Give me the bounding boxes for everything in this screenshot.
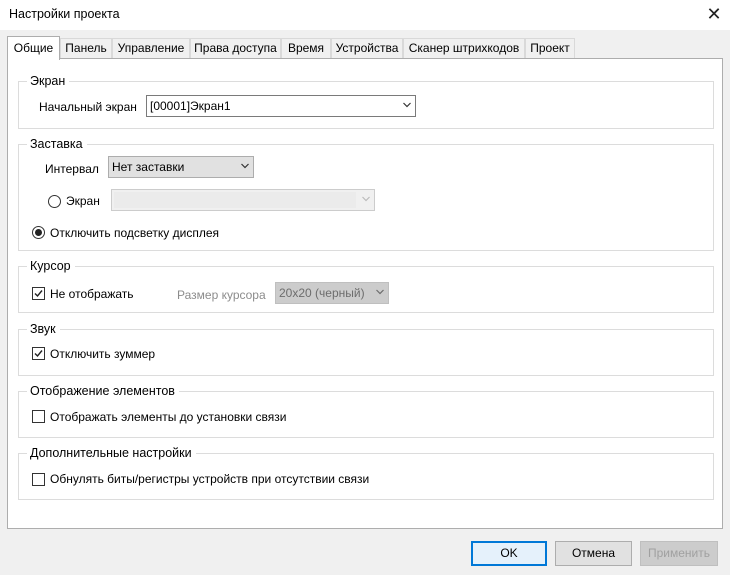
tab-devices[interactable]: Устройства (331, 38, 403, 58)
check-icon (34, 350, 43, 358)
disable-buzzer-label: Отключить зуммер (50, 347, 156, 361)
sound-group-legend: Звук (27, 322, 60, 336)
screensaver-screen-combo[interactable] (111, 189, 375, 211)
cursor-group: Курсор Не отображать Размер курсора 20x2… (18, 259, 714, 313)
title-bar: Настройки проекта ✕ (0, 0, 730, 30)
start-screen-label: Начальный экран (39, 100, 137, 114)
tab-time[interactable]: Время (281, 38, 331, 58)
chevron-down-icon (241, 163, 249, 169)
disable-buzzer-checkbox[interactable] (32, 347, 45, 360)
screensaver-group-legend: Заставка (27, 137, 87, 151)
screen-group: Экран Начальный экран [00001]Экран1 (18, 74, 714, 129)
screen-radio[interactable] (48, 195, 61, 208)
cursor-group-legend: Курсор (27, 259, 75, 273)
chevron-down-icon (403, 102, 411, 108)
screensaver-group: Заставка Интервал Нет заставки Экран Отк… (18, 137, 714, 251)
ok-button[interactable]: OK (471, 541, 547, 566)
screen-group-legend: Экран (27, 74, 70, 88)
window-title: Настройки проекта (9, 7, 120, 21)
radio-selected-dot (35, 229, 42, 236)
cursor-size-value: 20x20 (черный) (279, 286, 365, 300)
tab-project[interactable]: Проект (525, 38, 575, 58)
hide-cursor-checkbox[interactable] (32, 287, 45, 300)
interval-label: Интервал (45, 162, 99, 176)
hide-cursor-label: Не отображать (50, 287, 134, 301)
check-icon (34, 290, 43, 298)
chevron-down-icon (376, 289, 384, 295)
start-screen-combo[interactable]: [00001]Экран1 (146, 95, 416, 117)
display-elements-group-legend: Отображение элементов (27, 384, 179, 398)
backlight-radio-label: Отключить подсветку дисплея (50, 226, 220, 240)
reset-bits-checkbox[interactable] (32, 473, 45, 486)
tab-control[interactable]: Управление (112, 38, 190, 58)
reset-bits-label: Обнулять биты/регистры устройств при отс… (50, 472, 370, 486)
start-screen-value: [00001]Экран1 (150, 99, 231, 113)
screensaver-screen-field (114, 192, 356, 208)
show-before-connection-checkbox[interactable] (32, 410, 45, 423)
tab-panel[interactable]: Панель (60, 38, 112, 58)
tab-general[interactable]: Общие (7, 36, 60, 60)
backlight-radio[interactable] (32, 226, 45, 239)
extra-settings-group: Дополнительные настройки Обнулять биты/р… (18, 446, 714, 500)
chevron-down-icon (362, 196, 370, 202)
screen-radio-label: Экран (66, 194, 100, 208)
cursor-size-label: Размер курсора (177, 288, 266, 302)
cancel-button[interactable]: Отмена (555, 541, 632, 566)
general-tab-panel: Экран Начальный экран [00001]Экран1 Заст… (7, 58, 723, 529)
show-before-connection-label: Отображать элементы до установки связи (50, 410, 287, 424)
close-icon[interactable]: ✕ (698, 0, 730, 30)
sound-group: Звук Отключить зуммер (18, 322, 714, 376)
tab-access-rights[interactable]: Права доступа (190, 38, 281, 58)
display-elements-group: Отображение элементов Отображать элемент… (18, 384, 714, 438)
interval-value: Нет заставки (112, 160, 185, 174)
extra-settings-group-legend: Дополнительные настройки (27, 446, 196, 460)
tab-barcode-scanner[interactable]: Сканер штрихкодов (403, 38, 525, 58)
interval-combo[interactable]: Нет заставки (108, 156, 254, 178)
cursor-size-combo[interactable]: 20x20 (черный) (275, 282, 389, 304)
apply-button[interactable]: Применить (640, 541, 718, 566)
